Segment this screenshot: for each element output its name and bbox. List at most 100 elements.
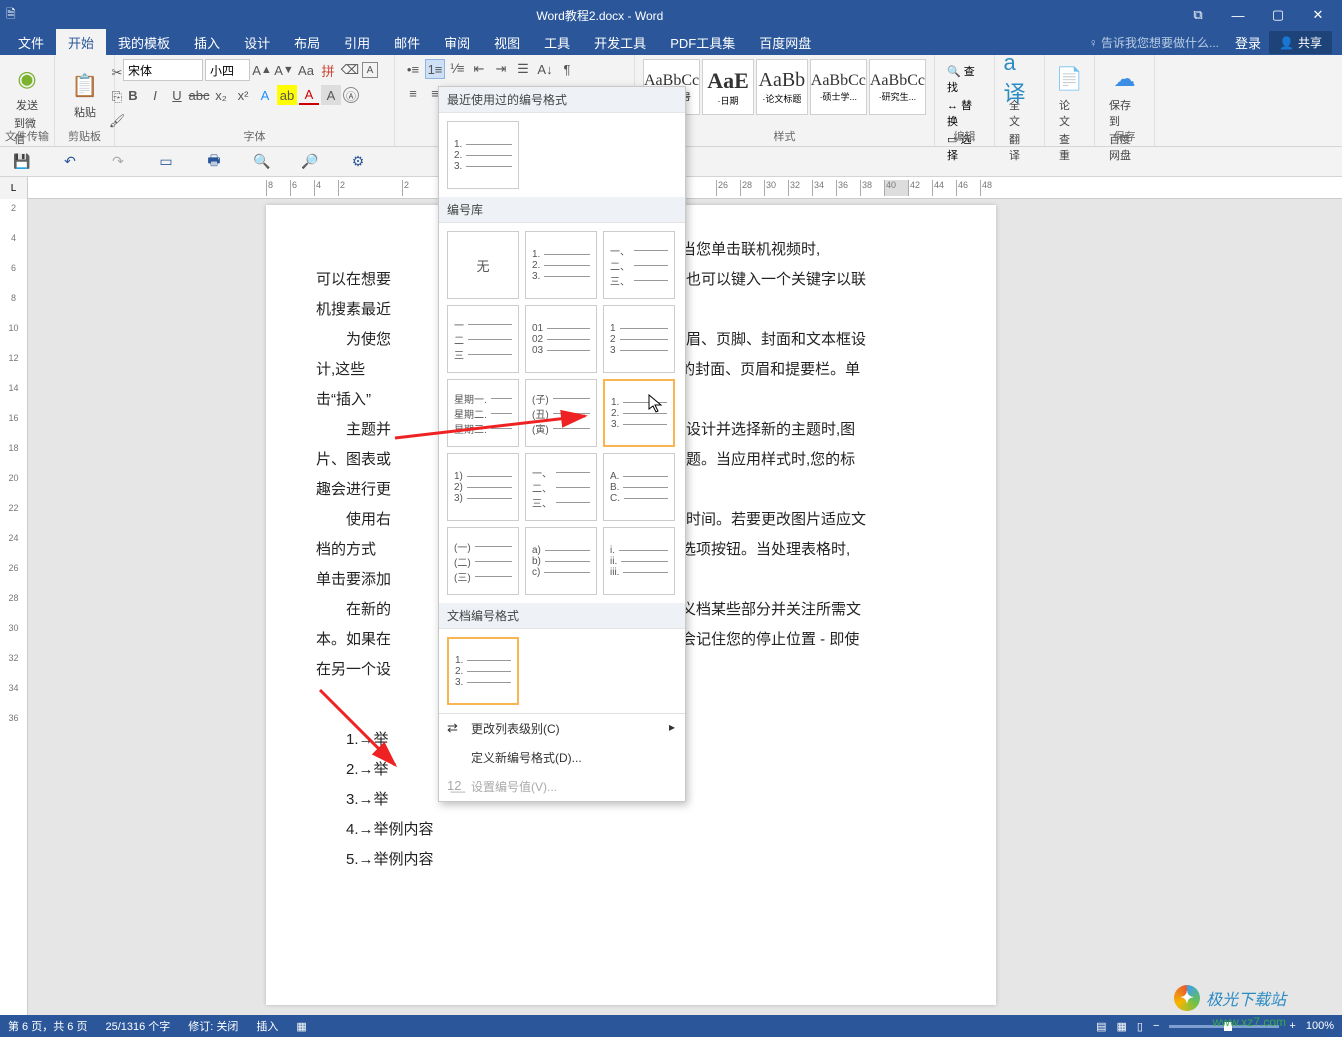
minimize-btn[interactable]: — xyxy=(1220,4,1256,26)
baidu-cloud-icon: ☁ xyxy=(1109,63,1141,95)
redo-btn[interactable]: ↷ xyxy=(104,150,132,174)
numbering-btn[interactable]: 1≡ xyxy=(425,59,445,79)
tab-developer[interactable]: 开发工具 xyxy=(582,29,658,56)
asian-layout-btn[interactable]: ☰ xyxy=(513,59,533,79)
char-shading-btn[interactable]: A xyxy=(321,85,341,105)
status-insert-mode[interactable]: 插入 xyxy=(256,1018,278,1034)
multilevel-btn[interactable]: ⅟≡ xyxy=(447,59,467,79)
view-web-layout-btn[interactable]: ▯ xyxy=(1137,1020,1143,1033)
tab-layout[interactable]: 布局 xyxy=(282,29,332,56)
style-item[interactable]: AaBb·论文标题 xyxy=(756,59,808,115)
tab-review[interactable]: 审阅 xyxy=(432,29,482,56)
new-window-btn[interactable]: ▭ xyxy=(152,150,180,174)
number-format-option[interactable]: 010203 xyxy=(525,305,597,373)
define-new-format-item[interactable]: 定义新编号格式(D)... xyxy=(439,743,685,772)
italic-btn[interactable]: I xyxy=(145,85,165,105)
superscript-btn[interactable]: x² xyxy=(233,85,253,105)
number-format-option[interactable]: 1.2.3. xyxy=(525,231,597,299)
plagiarism-btn[interactable]: 📄 论文查重 xyxy=(1053,59,1086,167)
tab-view[interactable]: 视图 xyxy=(482,29,532,56)
save-btn[interactable]: 💾 xyxy=(8,150,36,174)
font-size-select[interactable]: 小四 xyxy=(205,59,250,81)
ribbon-options-btn[interactable]: ⧉ xyxy=(1180,4,1216,26)
maximize-btn[interactable]: ▢ xyxy=(1260,4,1296,26)
tab-mail[interactable]: 邮件 xyxy=(382,29,432,56)
login-link[interactable]: 登录 xyxy=(1235,33,1261,52)
zoom-btn[interactable]: 🔎 xyxy=(296,150,324,174)
number-format-option[interactable]: a)b)c) xyxy=(525,527,597,595)
change-list-level-item[interactable]: ⇄更改列表级别(C)▸ xyxy=(439,714,685,743)
replace-btn[interactable]: ↔ 替换 xyxy=(947,97,982,129)
number-format-option-selected[interactable]: 1.2.3. xyxy=(603,379,675,447)
change-case-btn[interactable]: Aa xyxy=(296,60,316,80)
view-read-mode-btn[interactable]: ▤ xyxy=(1096,1020,1106,1033)
number-format-option[interactable]: 一、二、三、 xyxy=(525,453,597,521)
clear-format-btn[interactable]: ⌫ xyxy=(340,60,360,80)
save-baidu-btn[interactable]: ☁ 保存到百度网盘 xyxy=(1103,59,1146,167)
status-page[interactable]: 第 6 页，共 6 页 xyxy=(8,1018,87,1034)
underline-btn[interactable]: U xyxy=(167,85,187,105)
close-btn[interactable]: ✕ xyxy=(1300,4,1336,26)
style-item[interactable]: AaBbCc·硕士学... xyxy=(810,59,867,115)
show-marks-btn[interactable]: ¶ xyxy=(557,59,577,79)
find-btn[interactable]: 🔍 查找 xyxy=(947,63,982,95)
grow-font-btn[interactable]: A▲ xyxy=(252,60,272,80)
enclosed-char-btn[interactable]: Ⓐ xyxy=(343,87,359,103)
style-item[interactable]: AaBbCc·研究生... xyxy=(869,59,926,115)
font-name-select[interactable]: 宋体 xyxy=(123,59,203,81)
tab-templates[interactable]: 我的模板 xyxy=(106,29,182,56)
align-left-btn[interactable]: ≡ xyxy=(403,83,423,103)
number-format-option[interactable]: 一二三 xyxy=(447,305,519,373)
number-format-option[interactable]: 一、二、三、 xyxy=(603,231,675,299)
print-btn[interactable]: 🖶 xyxy=(200,150,228,174)
number-format-option[interactable]: 1. 2. 3. xyxy=(447,637,519,705)
zoom-out-btn[interactable]: − xyxy=(1153,1020,1159,1032)
number-format-option[interactable]: (子)(丑)(寅) xyxy=(525,379,597,447)
tab-pdf[interactable]: PDF工具集 xyxy=(658,29,747,56)
text-effects-btn[interactable]: A xyxy=(255,85,275,105)
print-preview-btn[interactable]: 🔍 xyxy=(248,150,276,174)
number-format-option[interactable]: 1)2)3) xyxy=(447,453,519,521)
number-format-option[interactable]: A.B.C. xyxy=(603,453,675,521)
font-color-btn[interactable]: A xyxy=(299,85,319,105)
tab-design[interactable]: 设计 xyxy=(232,29,282,56)
number-format-option[interactable]: 1. 2. 3. xyxy=(447,121,519,189)
translate-btn[interactable]: a译 全文翻译 xyxy=(1003,59,1036,167)
tab-file[interactable]: 文件 xyxy=(6,29,56,56)
strike-btn[interactable]: abc xyxy=(189,85,209,105)
bold-btn[interactable]: B xyxy=(123,85,143,105)
tab-baidu[interactable]: 百度网盘 xyxy=(747,29,823,56)
options-btn[interactable]: ⚙ xyxy=(344,150,372,174)
set-number-value-item: 1̲2̲设置编号值(V)... xyxy=(439,772,685,801)
tab-references[interactable]: 引用 xyxy=(332,29,382,56)
subscript-btn[interactable]: x₂ xyxy=(211,85,231,105)
bullets-btn[interactable]: •≡ xyxy=(403,59,423,79)
zoom-in-btn[interactable]: + xyxy=(1289,1020,1295,1032)
tab-insert[interactable]: 插入 xyxy=(182,29,232,56)
undo-btn[interactable]: ↶ xyxy=(56,150,84,174)
share-button[interactable]: 👤共享 xyxy=(1269,31,1332,54)
tell-me-input[interactable]: ♀ 告诉我您想要做什么... xyxy=(1081,31,1227,54)
phonetic-guide-btn[interactable]: 拼 xyxy=(318,60,338,80)
style-item[interactable]: AaE·日期 xyxy=(702,59,754,115)
highlight-btn[interactable]: ab xyxy=(277,85,297,105)
tab-tools[interactable]: 工具 xyxy=(532,29,582,56)
view-print-layout-btn[interactable]: ▦ xyxy=(1117,1020,1127,1033)
ribbon-tabs: 文件 开始 我的模板 插入 设计 布局 引用 邮件 审阅 视图 工具 开发工具 … xyxy=(0,30,1342,55)
zoom-level[interactable]: 100% xyxy=(1306,1020,1334,1032)
number-format-option[interactable]: i.ii.iii. xyxy=(603,527,675,595)
number-format-option[interactable]: (一)(二)(三) xyxy=(447,527,519,595)
status-word-count[interactable]: 25/1316 个字 xyxy=(105,1018,170,1034)
char-border-btn[interactable]: A xyxy=(362,62,378,78)
number-format-option[interactable]: 星期一.星期二.星期三. xyxy=(447,379,519,447)
shrink-font-btn[interactable]: A▼ xyxy=(274,60,294,80)
tab-home[interactable]: 开始 xyxy=(56,29,106,56)
number-format-option[interactable]: 123 xyxy=(603,305,675,373)
sort-btn[interactable]: A↓ xyxy=(535,59,555,79)
status-track-changes[interactable]: 修订: 关闭 xyxy=(188,1018,238,1034)
paste-btn[interactable]: 📋 粘贴 xyxy=(63,59,107,131)
dec-indent-btn[interactable]: ⇤ xyxy=(469,59,489,79)
inc-indent-btn[interactable]: ⇥ xyxy=(491,59,511,79)
number-format-none[interactable]: 无 xyxy=(447,231,519,299)
status-macro-icon[interactable]: ▦ xyxy=(296,1020,306,1033)
